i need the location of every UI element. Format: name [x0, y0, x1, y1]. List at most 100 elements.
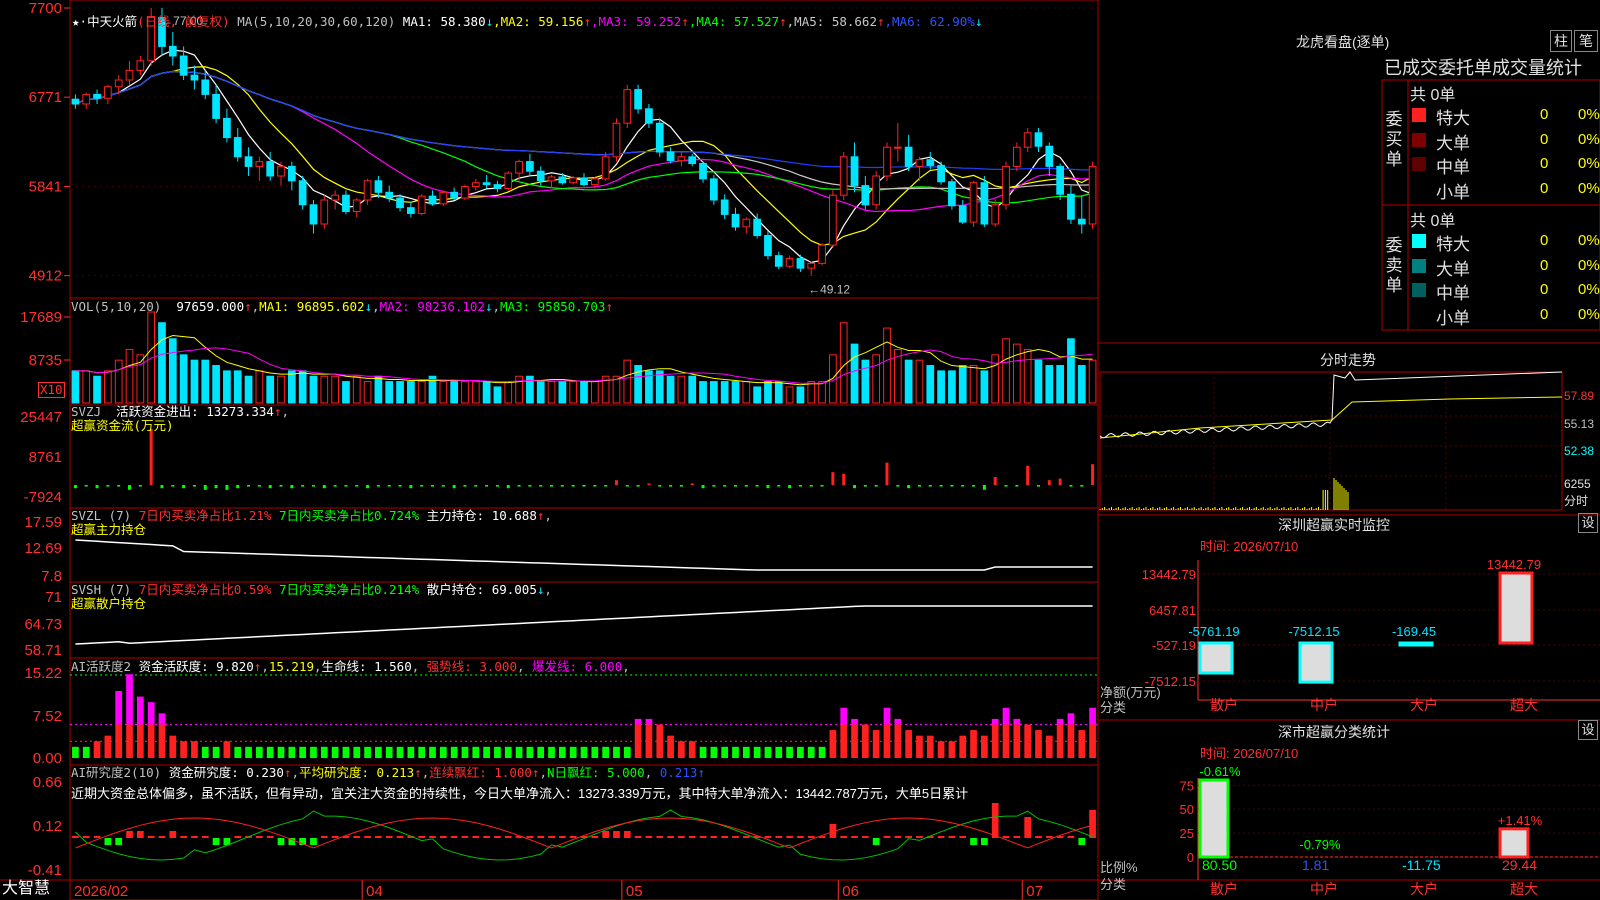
candle-body	[298, 180, 307, 206]
date-label: 07	[1026, 883, 1043, 900]
ai-research-bar	[483, 836, 490, 838]
classify-category: 散户	[1210, 881, 1238, 897]
tick-mode-button[interactable]: 笔	[1574, 30, 1598, 52]
vol-unit-label[interactable]: X10	[38, 382, 65, 398]
ai-active-bar	[407, 746, 415, 758]
candle-body	[753, 218, 761, 237]
candle-body	[223, 117, 231, 139]
volume-bar	[796, 386, 805, 404]
ai-active-bar	[515, 746, 523, 758]
volume-bar	[233, 370, 242, 404]
classify-settings-button[interactable]: 设	[1578, 720, 1598, 740]
ai-research-bar	[266, 836, 274, 838]
ai-research-bar	[191, 836, 198, 838]
volume-bar	[958, 365, 967, 404]
ai-active-bar	[861, 724, 869, 758]
ai-active-bar	[72, 746, 79, 758]
candle-body	[471, 182, 480, 188]
ai-active-bar	[1002, 724, 1010, 758]
monitor-time: 时间: 2026/07/10	[1200, 539, 1299, 554]
svzj-bar	[993, 477, 997, 485]
ai-research-bar	[136, 831, 144, 838]
app-name: 大智慧	[2, 880, 51, 897]
ai-active-bar	[136, 724, 144, 758]
volume-bar	[969, 365, 978, 404]
classify-value: 29.44	[1502, 857, 1537, 873]
star-icon[interactable]: ★·	[72, 14, 87, 29]
svzj-bar	[982, 485, 986, 490]
svzj-bar	[128, 485, 132, 490]
fenshi-frame	[1099, 371, 1563, 511]
buy-row-percent: 0%	[1578, 155, 1600, 172]
ai-active-bar	[1035, 730, 1042, 758]
ai-research-bar	[1024, 817, 1032, 838]
ai-research-bar	[634, 836, 642, 838]
ai-active-bar	[537, 746, 545, 758]
svzj-bar	[733, 485, 737, 487]
volume-bar	[937, 370, 945, 404]
volume-bar	[623, 359, 632, 404]
ai-active-bar	[126, 674, 133, 725]
svzj-bar	[874, 485, 878, 487]
svzj-bar	[420, 485, 424, 487]
svzj-bar	[192, 485, 196, 487]
ai-active-tick: 7.52	[33, 708, 62, 725]
sell-row-name: 特大	[1436, 235, 1470, 254]
ai-active-bar	[234, 746, 242, 758]
candle-body	[1023, 132, 1032, 148]
ai-research-bar	[667, 836, 674, 838]
panel-frame	[69, 764, 1099, 881]
bar-mode-button[interactable]: 柱	[1550, 30, 1572, 52]
svzj-bar	[658, 485, 662, 487]
volume-bar	[385, 381, 394, 404]
ai-active-bar	[147, 702, 155, 725]
candle-body	[915, 159, 924, 167]
svzj-subtitle: 超赢资金流(万元)	[71, 418, 174, 433]
period-label[interactable]: (日线, 前复权)	[137, 14, 230, 29]
buy-row-percent: 0%	[1578, 130, 1600, 148]
candle-body	[342, 194, 350, 213]
svzj-bar	[474, 485, 478, 487]
svzj-bar	[972, 485, 976, 487]
date-label: 06	[842, 883, 859, 900]
ai-research-bar	[320, 836, 328, 838]
ai-active-bar	[472, 746, 480, 758]
monitor-settings-button[interactable]: 设	[1578, 513, 1598, 533]
classify-bar	[1498, 827, 1530, 859]
candle-body	[212, 93, 220, 119]
svzj-bar	[647, 483, 651, 485]
sell-row-percent: 0%	[1578, 256, 1600, 274]
sell-row-swatch	[1412, 258, 1426, 273]
svzj-bar	[755, 485, 759, 487]
candle-body	[104, 86, 112, 99]
classify-category: 大户	[1410, 881, 1438, 897]
fenshi-unit: 分时	[1564, 494, 1589, 508]
ai-research-bar	[1013, 836, 1021, 838]
svzj-bar	[571, 485, 575, 487]
candle-body	[461, 186, 469, 199]
ai-research-bar	[623, 831, 631, 838]
candle-body	[309, 204, 318, 225]
ai-research-bar	[970, 838, 977, 845]
candle-body	[904, 146, 913, 167]
ai-active-bar	[710, 746, 718, 758]
order-stats-tabs[interactable]: 已成交委托单成交量统计	[1384, 54, 1600, 80]
candle-body	[233, 137, 242, 158]
ai-research-bar	[234, 836, 242, 838]
ai-active-bar	[256, 746, 263, 758]
candle-body	[320, 199, 329, 225]
candle-body	[612, 122, 621, 158]
ai-active-bar	[342, 746, 350, 758]
ai-active-bar	[569, 746, 577, 758]
svzj-bar	[614, 480, 618, 485]
ai-research-bar	[353, 836, 361, 838]
ai-active-bar	[948, 741, 956, 758]
candle-body	[201, 79, 210, 95]
ai-active-bar	[764, 746, 772, 758]
svzj-bar	[95, 485, 99, 489]
candle-body	[969, 182, 978, 223]
candle-body	[861, 185, 870, 206]
monitor-tick: 6457.81	[1149, 603, 1196, 618]
ai-active-bar	[1013, 724, 1021, 758]
volume-bar	[82, 370, 91, 404]
